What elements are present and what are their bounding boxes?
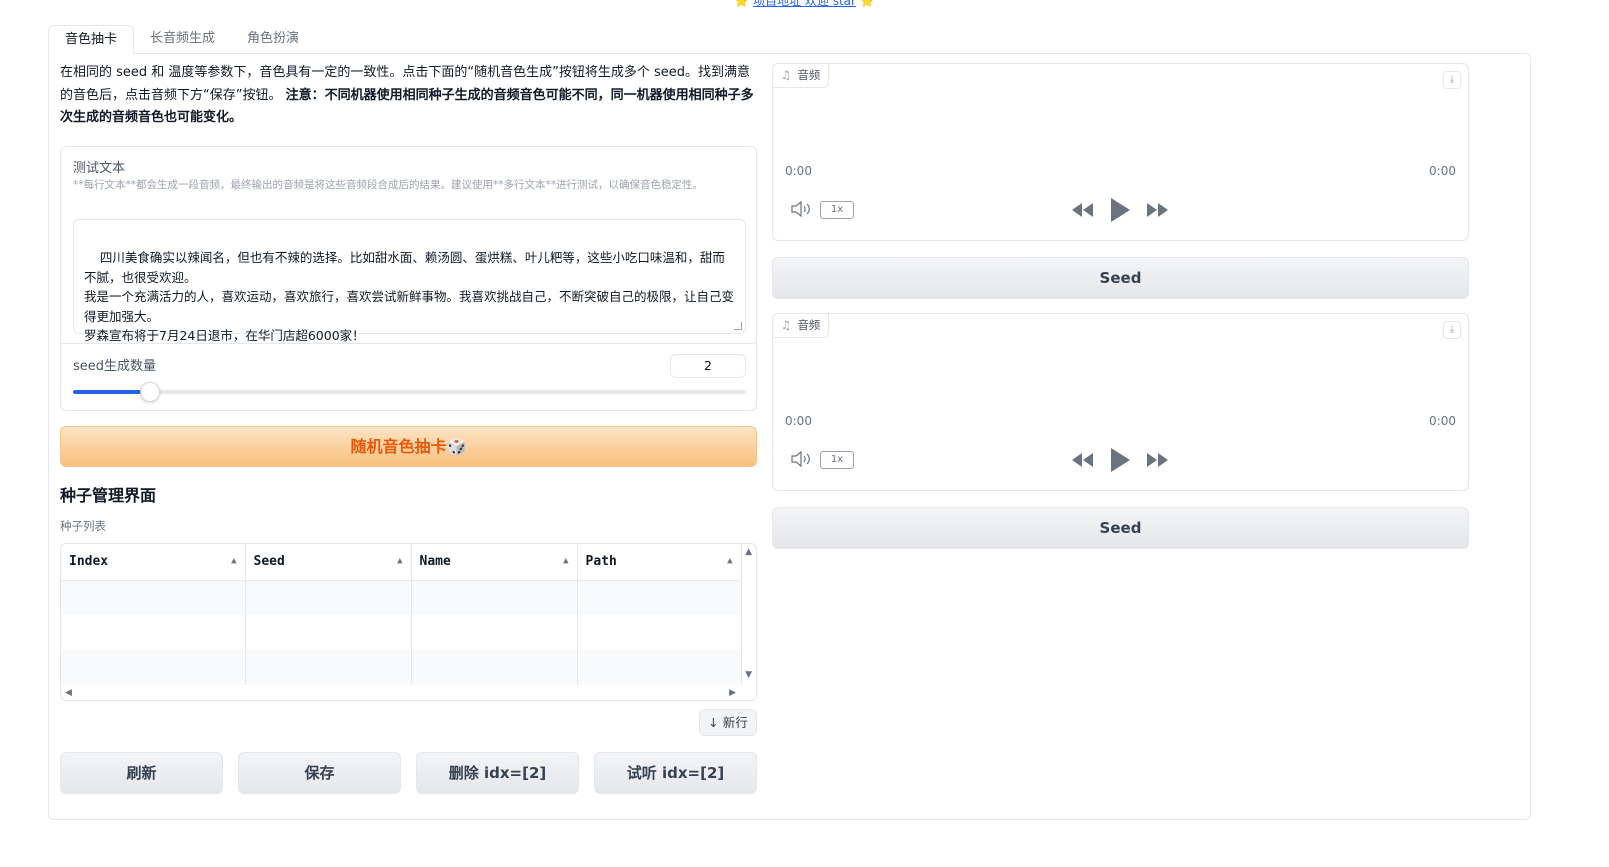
sort-icon[interactable]: ▲: [231, 556, 236, 566]
divider: [61, 343, 756, 344]
star-icon: ⭐: [734, 0, 750, 8]
table-cell[interactable]: [577, 580, 742, 615]
column-header-index[interactable]: Index ▲: [61, 544, 246, 581]
table-cell[interactable]: [411, 650, 578, 685]
intro-text: 在相同的 seed 和 温度等参数下，音色具有一定的一致性。点击下面的“随机音色…: [60, 62, 760, 130]
slider-thumb[interactable]: [140, 382, 161, 402]
column-header-name[interactable]: Name ▲: [411, 544, 578, 581]
save-button[interactable]: 保存: [238, 752, 401, 794]
project-link[interactable]: 项目地址 欢迎 star: [753, 0, 856, 8]
current-time: 0:00: [785, 164, 812, 178]
column-header-seed[interactable]: Seed ▲: [245, 544, 412, 581]
seed-count-label: seed生成数量: [73, 359, 157, 374]
total-time: 0:00: [1429, 164, 1456, 178]
table-cell[interactable]: [61, 580, 246, 615]
table-row: [61, 650, 742, 685]
scroll-up-icon[interactable]: ▲: [745, 547, 752, 557]
column-header-path[interactable]: Path ▲: [577, 544, 742, 581]
music-note-icon: ♫: [781, 68, 792, 82]
delete-button[interactable]: 删除 idx=[2]: [416, 752, 579, 794]
top-banner: ⭐ 项目地址 欢迎 star ⭐: [0, 0, 1609, 10]
tab-bar: 音色抽卡 长音频生成 角色扮演: [48, 25, 315, 54]
table-row: [61, 580, 742, 615]
audio-label: ♫ 音频: [773, 314, 830, 338]
tab-long-audio[interactable]: 长音频生成: [134, 25, 231, 54]
test-text-info: **每行文本**都会生成一段音频，最终输出的音频是将这些音频段合成后的结果。建议…: [73, 179, 703, 191]
download-icon[interactable]: ⤓: [1443, 321, 1461, 339]
table-cell[interactable]: [577, 650, 742, 685]
table-cell[interactable]: [61, 615, 246, 650]
refresh-button[interactable]: 刷新: [60, 752, 223, 794]
seed-count-slider[interactable]: [73, 382, 746, 402]
volume-icon[interactable]: [790, 200, 812, 218]
tab-voice-draw[interactable]: 音色抽卡: [48, 25, 135, 54]
audio-player: ♫ 音频 ⤓ 0:00 0:00 1x: [772, 313, 1469, 491]
seed-list-label: 种子列表: [60, 519, 106, 533]
test-text-form: 测试文本 **每行文本**都会生成一段音频，最终输出的音频是将这些音频段合成后的…: [60, 146, 757, 411]
seed-manager-title: 种子管理界面: [60, 486, 157, 505]
sort-icon[interactable]: ▲: [563, 556, 568, 566]
scroll-left-icon[interactable]: ◀: [65, 688, 72, 698]
table-cell[interactable]: [411, 615, 578, 650]
slider-fill: [73, 390, 151, 394]
table-cell[interactable]: [411, 580, 578, 615]
fast-forward-icon[interactable]: [1145, 195, 1169, 225]
table-row: [61, 615, 742, 650]
play-icon[interactable]: [1108, 195, 1132, 225]
playback-rate-button[interactable]: 1x: [820, 201, 854, 219]
play-icon[interactable]: [1108, 445, 1132, 475]
seed-table: Index ▲ Seed ▲ Name ▲ Path ▲ ▲ ▼ ◀ ▶: [60, 543, 757, 701]
total-time: 0:00: [1429, 414, 1456, 428]
scroll-down-icon[interactable]: ▼: [745, 670, 752, 680]
add-row-button[interactable]: ↓ 新行: [699, 709, 757, 736]
table-cell[interactable]: [577, 615, 742, 650]
seed-button[interactable]: Seed: [772, 507, 1469, 549]
rewind-icon[interactable]: [1071, 445, 1095, 475]
star-icon: ⭐: [859, 0, 875, 8]
playback-rate-button[interactable]: 1x: [820, 451, 854, 469]
test-text-input[interactable]: 四川美食确实以辣闻名，但也有不辣的选择。比如甜水面、赖汤圆、蛋烘糕、叶儿粑等，这…: [73, 219, 746, 343]
random-voice-button[interactable]: 随机音色抽卡🎲: [60, 426, 757, 467]
tab-role-play[interactable]: 角色扮演: [231, 25, 315, 54]
sort-icon[interactable]: ▲: [397, 556, 402, 566]
volume-icon[interactable]: [790, 450, 812, 468]
table-cell[interactable]: [61, 650, 246, 685]
listen-button[interactable]: 试听 idx=[2]: [594, 752, 757, 794]
scroll-right-icon[interactable]: ▶: [729, 688, 736, 698]
table-cell[interactable]: [245, 580, 412, 615]
sort-icon[interactable]: ▲: [727, 556, 732, 566]
seed-count-input[interactable]: 2: [670, 354, 746, 378]
audio-player: ♫ 音频 ⤓ 0:00 0:00 1x: [772, 63, 1469, 241]
music-note-icon: ♫: [781, 318, 792, 332]
table-cell[interactable]: [245, 650, 412, 685]
resize-handle-icon[interactable]: [734, 322, 742, 330]
test-text-value: 四川美食确实以辣闻名，但也有不辣的选择。比如甜水面、赖汤圆、蛋烘糕、叶儿粑等，这…: [84, 250, 735, 344]
current-time: 0:00: [785, 414, 812, 428]
fast-forward-icon[interactable]: [1145, 445, 1169, 475]
test-text-label: 测试文本: [73, 161, 126, 176]
table-cell[interactable]: [245, 615, 412, 650]
seed-button[interactable]: Seed: [772, 257, 1469, 299]
audio-label: ♫ 音频: [773, 64, 830, 88]
rewind-icon[interactable]: [1071, 195, 1095, 225]
download-icon[interactable]: ⤓: [1443, 71, 1461, 89]
